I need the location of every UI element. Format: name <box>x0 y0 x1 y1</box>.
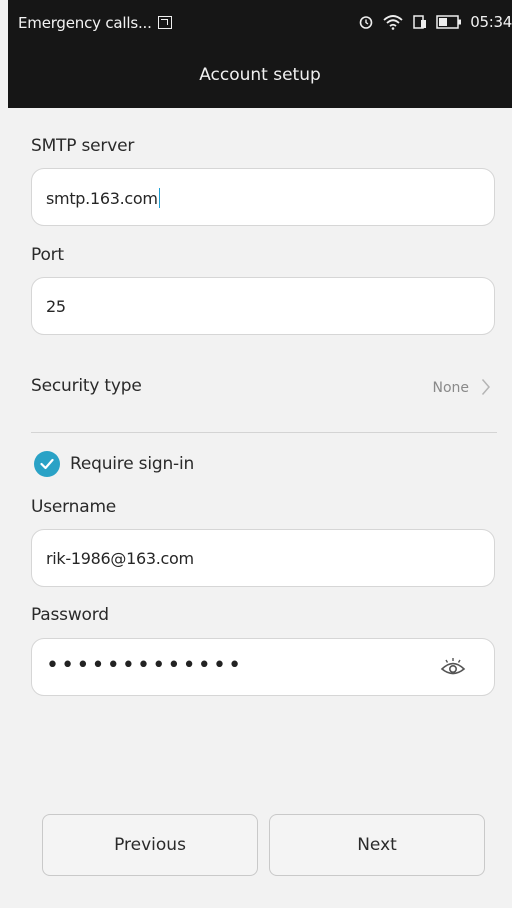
check-icon <box>40 458 54 470</box>
status-bar: Emergency calls... 05:34 <box>8 0 512 48</box>
port-label: Port <box>31 245 64 265</box>
username-label: Username <box>31 497 117 517</box>
sim-icon <box>413 15 427 29</box>
battery-icon <box>436 15 462 29</box>
page-title: Account setup <box>8 48 512 108</box>
require-signin-checkbox[interactable] <box>34 451 60 477</box>
port-value: 25 <box>46 297 66 316</box>
image-notification-icon <box>157 16 172 29</box>
security-type-value: None <box>432 380 469 396</box>
status-icons: 05:34 <box>358 12 512 32</box>
wifi-icon <box>383 15 403 30</box>
smtp-server-text: smtp.163.com <box>46 189 158 208</box>
username-value: rik-1986@163.com <box>46 549 194 568</box>
security-type-row[interactable]: Security type None <box>31 366 495 410</box>
password-input[interactable]: ••••••••••••• <box>31 638 495 696</box>
next-button[interactable]: Next <box>269 814 485 876</box>
password-value: ••••••••••••• <box>46 653 244 678</box>
smtp-server-value: smtp.163.com <box>46 188 161 208</box>
carrier-text: Emergency calls... <box>18 14 152 32</box>
previous-button[interactable]: Previous <box>42 814 258 876</box>
clock: 05:34 <box>470 13 512 31</box>
smtp-server-input[interactable]: smtp.163.com <box>31 168 495 226</box>
require-signin-label: Require sign-in <box>70 454 195 474</box>
carrier-label: Emergency calls... <box>18 14 172 32</box>
smtp-server-label: SMTP server <box>31 136 135 156</box>
divider <box>31 432 497 433</box>
security-type-label: Security type <box>31 376 142 396</box>
username-input[interactable]: rik-1986@163.com <box>31 529 495 587</box>
show-password-eye-icon[interactable] <box>440 656 466 678</box>
alarm-icon <box>359 16 373 29</box>
port-input[interactable]: 25 <box>31 277 495 335</box>
password-label: Password <box>31 605 109 625</box>
chevron-right-icon <box>481 379 490 395</box>
text-cursor <box>158 188 161 208</box>
